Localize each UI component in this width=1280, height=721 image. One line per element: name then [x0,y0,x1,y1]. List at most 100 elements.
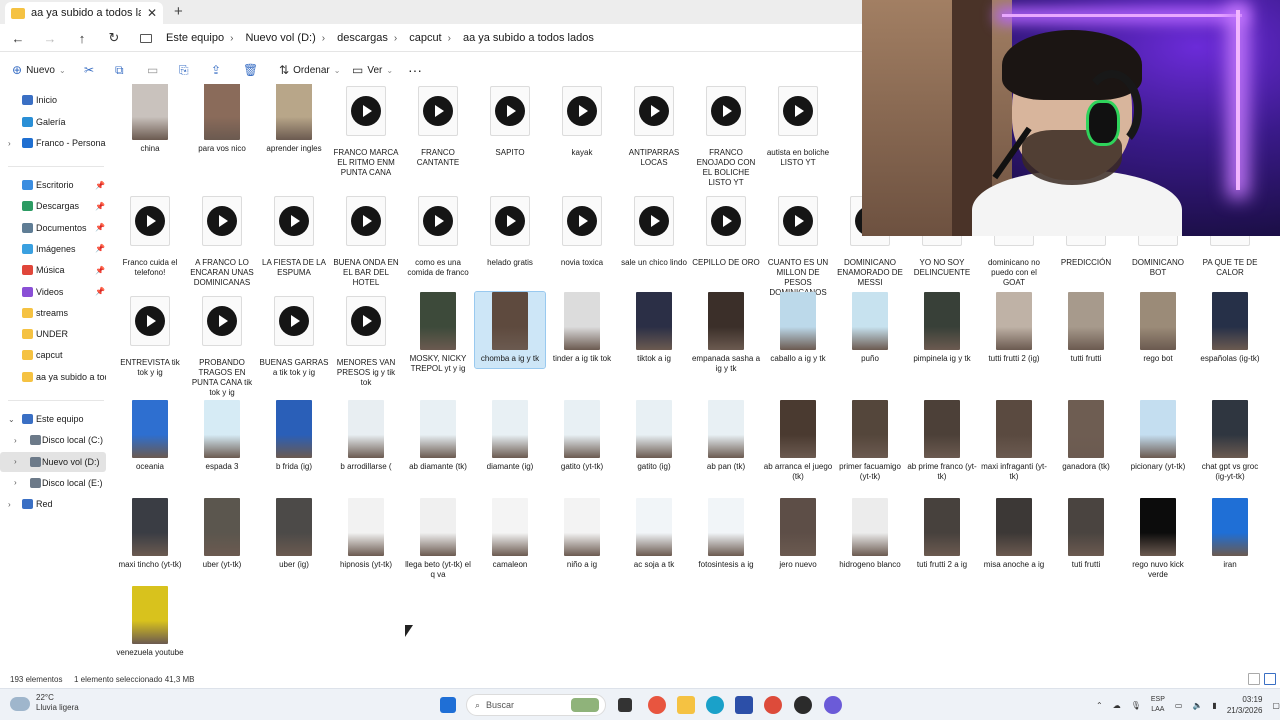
file-item[interactable]: tuti frutti 2 a ig [907,498,977,570]
sort-button[interactable]: ⇅ Ordenar ⌄ [279,62,340,78]
breadcrumb-item[interactable]: descargas [337,32,388,44]
breadcrumb[interactable]: Este equipo › Nuevo vol (D:) › descargas › … [140,24,600,52]
battery-icon[interactable]: ▮ [1212,701,1216,710]
file-item[interactable]: ab arranca el juego (tk) [763,400,833,482]
sidebar-item[interactable]: Música 📌 [0,260,106,280]
notification-icon[interactable]: ▢ [1272,701,1280,710]
file-item[interactable]: rego bot [1123,292,1193,364]
file-item[interactable]: picionary (yt-tk) [1123,400,1193,472]
file-item[interactable]: ab prime franco (yt-tk) [907,400,977,482]
file-item[interactable]: PROBANDO TRAGOS EN PUNTA CANA tik tok y … [187,292,257,398]
file-item[interactable]: BUENAS GARRAS a tik tok y ig [259,292,329,378]
file-item[interactable]: FRANCO ENOJADO CON EL BOLICHE LISTO YT [691,84,761,188]
file-item[interactable]: FRANCO MARCA EL RITMO ENM PUNTA CANA [331,84,401,178]
breadcrumb-item[interactable]: capcut [409,32,441,44]
file-item[interactable]: sale un chico lindo [619,192,689,268]
view-button[interactable]: ▭ Ver ⌄ [352,62,393,78]
sidebar-item[interactable]: Imágenes 📌 [0,239,106,259]
sidebar-item[interactable]: Escritorio 📌 [0,175,106,195]
start-icon[interactable] [440,697,456,713]
file-item[interactable]: tutti frutti 2 (ig) [979,292,1049,364]
tab-current[interactable]: aa ya subido a todos lados ✕ [5,2,163,24]
mic-icon[interactable]: 🎙 [1131,701,1141,710]
file-item[interactable]: ENTREVISTA tik tok y ig [115,292,185,378]
share-button[interactable]: ⇪ [211,62,221,78]
up-button[interactable]: ↑ [72,28,92,48]
sidebar-item[interactable]: Descargas 📌 [0,196,106,216]
file-item[interactable]: españolas (ig-tk) [1195,292,1265,364]
file-item[interactable]: camaleon [475,498,545,570]
chevron-right-icon[interactable]: › [14,478,17,487]
sidebar-item[interactable]: ⌄ Este equipo [0,409,106,429]
file-item[interactable]: aprender ingles [259,84,329,154]
new-tab-button[interactable]: + [174,3,183,20]
volume-icon[interactable]: 🔈 [1192,701,1202,710]
chevron-right-icon[interactable]: › [14,436,17,445]
copilot-icon[interactable] [648,696,666,714]
file-item[interactable]: ANTIPARRAS LOCAS [619,84,689,168]
chevron-right-icon[interactable]: › [8,139,11,148]
file-item[interactable]: misa anoche a ig [979,498,1049,570]
file-item[interactable]: venezuela youtube [115,586,185,658]
more-options-button[interactable]: ··· [408,62,422,78]
file-item[interactable]: como es una comida de franco [403,192,473,278]
file-item[interactable]: oceania [115,400,185,472]
chevron-right-icon[interactable]: › [14,457,17,466]
copy-button[interactable]: ⧉ [115,62,124,78]
store-icon[interactable] [735,696,753,714]
breadcrumb-item[interactable]: Nuevo vol (D:) [245,32,315,44]
delete-button[interactable]: 🗑 [243,62,258,78]
file-item[interactable]: fotosintesis a ig [691,498,761,570]
file-item[interactable]: Franco cuida el telefono! [115,192,185,278]
sidebar-item[interactable]: capcut [0,345,106,365]
file-item[interactable]: uber (ig) [259,498,329,570]
sidebar-item[interactable]: aa ya subido a todc [0,367,106,387]
rename-button[interactable]: ⎘ [179,62,189,78]
breadcrumb-item[interactable]: Este equipo [166,32,224,44]
file-item[interactable]: china [115,84,185,154]
file-item[interactable]: uber (yt-tk) [187,498,257,570]
app-icon[interactable] [794,696,812,714]
file-item[interactable]: MENORES VAN PRESOS ig y tik tok [331,292,401,388]
language-indicator[interactable]: ESP LAA [1151,695,1165,715]
chevron-down-icon[interactable]: ⌄ [8,415,15,424]
sidebar-item[interactable]: › Nuevo vol (D:) [0,451,106,472]
refresh-button[interactable]: ↻ [104,28,124,48]
file-item[interactable]: empanada sasha a ig y tk [691,292,761,374]
file-item[interactable]: autista en boliche LISTO YT [763,84,833,168]
sidebar-item[interactable]: › Disco local (C:) [0,430,106,450]
file-item[interactable]: hipnosis (yt-tk) [331,498,401,570]
network-tray-icon[interactable]: ☁ [1113,701,1121,710]
sidebar-item[interactable]: Inicio [0,90,106,110]
file-item[interactable]: puño [835,292,905,364]
file-item[interactable]: kayak [547,84,617,158]
edge-icon[interactable] [706,696,724,714]
details-view-icon[interactable] [1248,673,1260,685]
file-item[interactable]: ab pan (tk) [691,400,761,472]
file-item[interactable]: ac soja a tk [619,498,689,570]
chrome-icon[interactable] [764,696,782,714]
file-item[interactable]: gatito (ig) [619,400,689,472]
explorer-icon[interactable] [677,696,695,714]
sidebar-item[interactable]: UNDER [0,324,106,344]
file-item[interactable]: ab diamante (tk) [403,400,473,472]
forward-button[interactable]: → [40,28,60,48]
sidebar-item[interactable]: streams [0,303,106,323]
file-item[interactable]: MOSKY, NICKY TREPOL yt y ig [403,292,473,374]
file-item[interactable]: tuti frutti [1051,498,1121,570]
file-item[interactable]: b arrodillarse ( [331,400,401,472]
file-item[interactable]: tutti frutti [1051,292,1121,364]
file-item[interactable]: helado gratis [475,192,545,268]
file-item[interactable]: FRANCO CANTANTE [403,84,473,168]
file-item[interactable]: tiktok a ig [619,292,689,364]
file-item[interactable]: novia toxica [547,192,617,268]
file-item[interactable]: BUENA ONDA EN EL BAR DEL HOTEL [331,192,401,288]
cut-button[interactable]: ✂ [84,62,94,78]
file-item[interactable]: llega beto (yt-tk) el q va [403,498,473,580]
file-item[interactable]: niño a ig [547,498,617,570]
file-item[interactable]: b frida (ig) [259,400,329,472]
breadcrumb-item[interactable]: aa ya subido a todos lados [463,32,594,44]
taskbar-search[interactable]: ⌕ Buscar [466,694,606,716]
file-item[interactable]: CEPILLO DE ORO [691,192,761,268]
sidebar-item[interactable]: › Red [0,494,106,514]
